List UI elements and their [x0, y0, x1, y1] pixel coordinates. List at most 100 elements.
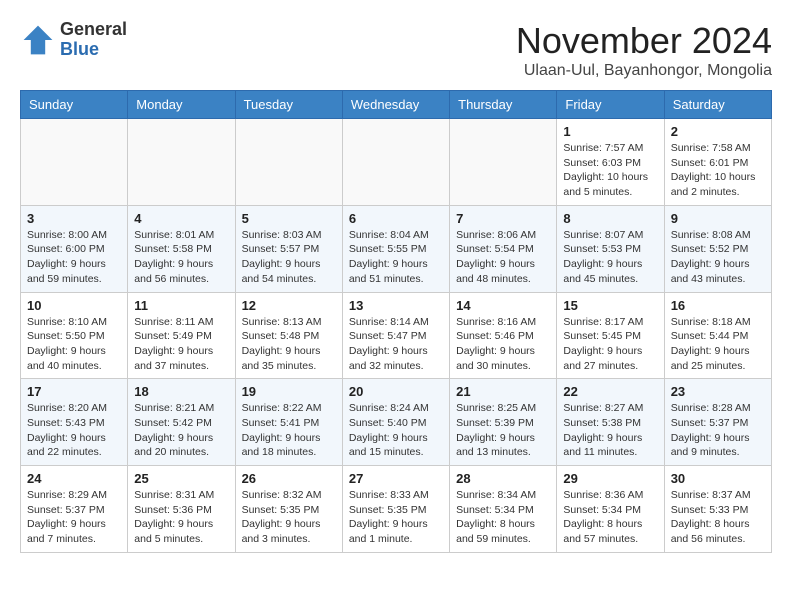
table-row: 14 Sunrise: 8:16 AM Sunset: 5:46 PM Dayli…: [450, 292, 557, 379]
table-row: 17Sunrise: 8:20 AM Sunset: 5:43 PM Dayli…: [21, 379, 128, 466]
calendar-row: 24 Sunrise: 8:29 AM Sunset: 5:37 PM Dayli…: [21, 466, 772, 553]
day-number: 9: [671, 211, 765, 226]
day-number: 8: [563, 211, 657, 226]
day-number: 24: [27, 471, 121, 486]
day-number: 19: [242, 384, 336, 399]
table-row: 16Sunrise: 8:18 AM Sunset: 5:44 PM Dayli…: [664, 292, 771, 379]
day-info: Sunrise: 8:10 AM Sunset: 5:50 PM Dayligh…: [27, 315, 121, 374]
day-info: Sunrise: 8:17 AM Sunset: 5:45 PM Dayligh…: [563, 315, 657, 374]
table-row: 26 Sunrise: 8:32 AM Sunset: 5:35 PM Dayli…: [235, 466, 342, 553]
day-number: 13: [349, 298, 443, 313]
logo-icon: [20, 22, 56, 58]
logo-text: General Blue: [60, 20, 127, 60]
day-number: 15: [563, 298, 657, 313]
day-number: 17: [27, 384, 121, 399]
table-row: [450, 119, 557, 206]
day-number: 5: [242, 211, 336, 226]
calendar-row: 17Sunrise: 8:20 AM Sunset: 5:43 PM Dayli…: [21, 379, 772, 466]
day-info: Sunrise: 7:57 AM Sunset: 6:03 PM Dayligh…: [563, 141, 657, 200]
table-row: 25Sunrise: 8:31 AM Sunset: 5:36 PM Dayli…: [128, 466, 235, 553]
day-info: Sunrise: 8:27 AM Sunset: 5:38 PM Dayligh…: [563, 401, 657, 460]
table-row: [342, 119, 449, 206]
table-row: 12 Sunrise: 8:13 AM Sunset: 5:48 PM Dayli…: [235, 292, 342, 379]
day-number: 20: [349, 384, 443, 399]
table-row: 23Sunrise: 8:28 AM Sunset: 5:37 PM Dayli…: [664, 379, 771, 466]
table-row: 6 Sunrise: 8:04 AM Sunset: 5:55 PM Daylig…: [342, 205, 449, 292]
day-info: Sunrise: 7:58 AM Sunset: 6:01 PM Dayligh…: [671, 141, 765, 200]
day-number: 11: [134, 298, 228, 313]
day-info: Sunrise: 8:04 AM Sunset: 5:55 PM Dayligh…: [349, 228, 443, 287]
day-info: Sunrise: 8:13 AM Sunset: 5:48 PM Dayligh…: [242, 315, 336, 374]
day-number: 14: [456, 298, 550, 313]
col-tuesday: Tuesday: [235, 91, 342, 119]
calendar-row: 3Sunrise: 8:00 AM Sunset: 6:00 PM Daylig…: [21, 205, 772, 292]
day-number: 28: [456, 471, 550, 486]
location: Ulaan-Uul, Bayanhongor, Mongolia: [516, 62, 772, 80]
page-header: General Blue November 2024 Ulaan-Uul, Ba…: [20, 20, 772, 80]
calendar-row: 1 Sunrise: 7:57 AM Sunset: 6:03 PM Daylig…: [21, 119, 772, 206]
day-number: 30: [671, 471, 765, 486]
day-number: 27: [349, 471, 443, 486]
logo: General Blue: [20, 20, 127, 60]
col-friday: Friday: [557, 91, 664, 119]
day-info: Sunrise: 8:11 AM Sunset: 5:49 PM Dayligh…: [134, 315, 228, 374]
day-number: 29: [563, 471, 657, 486]
table-row: 29 Sunrise: 8:36 AM Sunset: 5:34 PM Dayli…: [557, 466, 664, 553]
table-row: 27Sunrise: 8:33 AM Sunset: 5:35 PM Dayli…: [342, 466, 449, 553]
day-info: Sunrise: 8:07 AM Sunset: 5:53 PM Dayligh…: [563, 228, 657, 287]
table-row: 28 Sunrise: 8:34 AM Sunset: 5:34 PM Dayli…: [450, 466, 557, 553]
col-sunday: Sunday: [21, 91, 128, 119]
table-row: 30 Sunrise: 8:37 AM Sunset: 5:33 PM Dayli…: [664, 466, 771, 553]
table-row: 2 Sunrise: 7:58 AM Sunset: 6:01 PM Daylig…: [664, 119, 771, 206]
day-number: 22: [563, 384, 657, 399]
day-info: Sunrise: 8:06 AM Sunset: 5:54 PM Dayligh…: [456, 228, 550, 287]
day-info: Sunrise: 8:03 AM Sunset: 5:57 PM Dayligh…: [242, 228, 336, 287]
day-number: 26: [242, 471, 336, 486]
day-number: 6: [349, 211, 443, 226]
col-wednesday: Wednesday: [342, 91, 449, 119]
day-number: 12: [242, 298, 336, 313]
day-number: 10: [27, 298, 121, 313]
day-info: Sunrise: 8:32 AM Sunset: 5:35 PM Dayligh…: [242, 488, 336, 547]
table-row: 11 Sunrise: 8:11 AM Sunset: 5:49 PM Dayli…: [128, 292, 235, 379]
day-number: 1: [563, 124, 657, 139]
table-row: 15 Sunrise: 8:17 AM Sunset: 5:45 PM Dayli…: [557, 292, 664, 379]
day-info: Sunrise: 8:28 AM Sunset: 5:37 PM Dayligh…: [671, 401, 765, 460]
day-info: Sunrise: 8:25 AM Sunset: 5:39 PM Dayligh…: [456, 401, 550, 460]
day-info: Sunrise: 8:37 AM Sunset: 5:33 PM Dayligh…: [671, 488, 765, 547]
table-row: [128, 119, 235, 206]
day-info: Sunrise: 8:36 AM Sunset: 5:34 PM Dayligh…: [563, 488, 657, 547]
table-row: 21 Sunrise: 8:25 AM Sunset: 5:39 PM Dayli…: [450, 379, 557, 466]
day-info: Sunrise: 8:01 AM Sunset: 5:58 PM Dayligh…: [134, 228, 228, 287]
table-row: 10 Sunrise: 8:10 AM Sunset: 5:50 PM Dayli…: [21, 292, 128, 379]
table-row: [235, 119, 342, 206]
day-number: 7: [456, 211, 550, 226]
calendar-table: Sunday Monday Tuesday Wednesday Thursday…: [20, 90, 772, 553]
day-info: Sunrise: 8:21 AM Sunset: 5:42 PM Dayligh…: [134, 401, 228, 460]
calendar-header-row: Sunday Monday Tuesday Wednesday Thursday…: [21, 91, 772, 119]
table-row: 3Sunrise: 8:00 AM Sunset: 6:00 PM Daylig…: [21, 205, 128, 292]
table-row: 19 Sunrise: 8:22 AM Sunset: 5:41 PM Dayli…: [235, 379, 342, 466]
day-number: 2: [671, 124, 765, 139]
calendar-row: 10 Sunrise: 8:10 AM Sunset: 5:50 PM Dayli…: [21, 292, 772, 379]
table-row: 24 Sunrise: 8:29 AM Sunset: 5:37 PM Dayli…: [21, 466, 128, 553]
day-number: 18: [134, 384, 228, 399]
col-monday: Monday: [128, 91, 235, 119]
day-info: Sunrise: 8:34 AM Sunset: 5:34 PM Dayligh…: [456, 488, 550, 547]
day-number: 21: [456, 384, 550, 399]
day-info: Sunrise: 8:16 AM Sunset: 5:46 PM Dayligh…: [456, 315, 550, 374]
day-info: Sunrise: 8:22 AM Sunset: 5:41 PM Dayligh…: [242, 401, 336, 460]
day-info: Sunrise: 8:29 AM Sunset: 5:37 PM Dayligh…: [27, 488, 121, 547]
day-info: Sunrise: 8:14 AM Sunset: 5:47 PM Dayligh…: [349, 315, 443, 374]
day-info: Sunrise: 8:08 AM Sunset: 5:52 PM Dayligh…: [671, 228, 765, 287]
day-number: 4: [134, 211, 228, 226]
day-number: 25: [134, 471, 228, 486]
col-thursday: Thursday: [450, 91, 557, 119]
table-row: 20Sunrise: 8:24 AM Sunset: 5:40 PM Dayli…: [342, 379, 449, 466]
table-row: [21, 119, 128, 206]
table-row: 18 Sunrise: 8:21 AM Sunset: 5:42 PM Dayli…: [128, 379, 235, 466]
day-number: 3: [27, 211, 121, 226]
table-row: 22 Sunrise: 8:27 AM Sunset: 5:38 PM Dayli…: [557, 379, 664, 466]
table-row: 7 Sunrise: 8:06 AM Sunset: 5:54 PM Daylig…: [450, 205, 557, 292]
title-section: November 2024 Ulaan-Uul, Bayanhongor, Mo…: [516, 20, 772, 80]
